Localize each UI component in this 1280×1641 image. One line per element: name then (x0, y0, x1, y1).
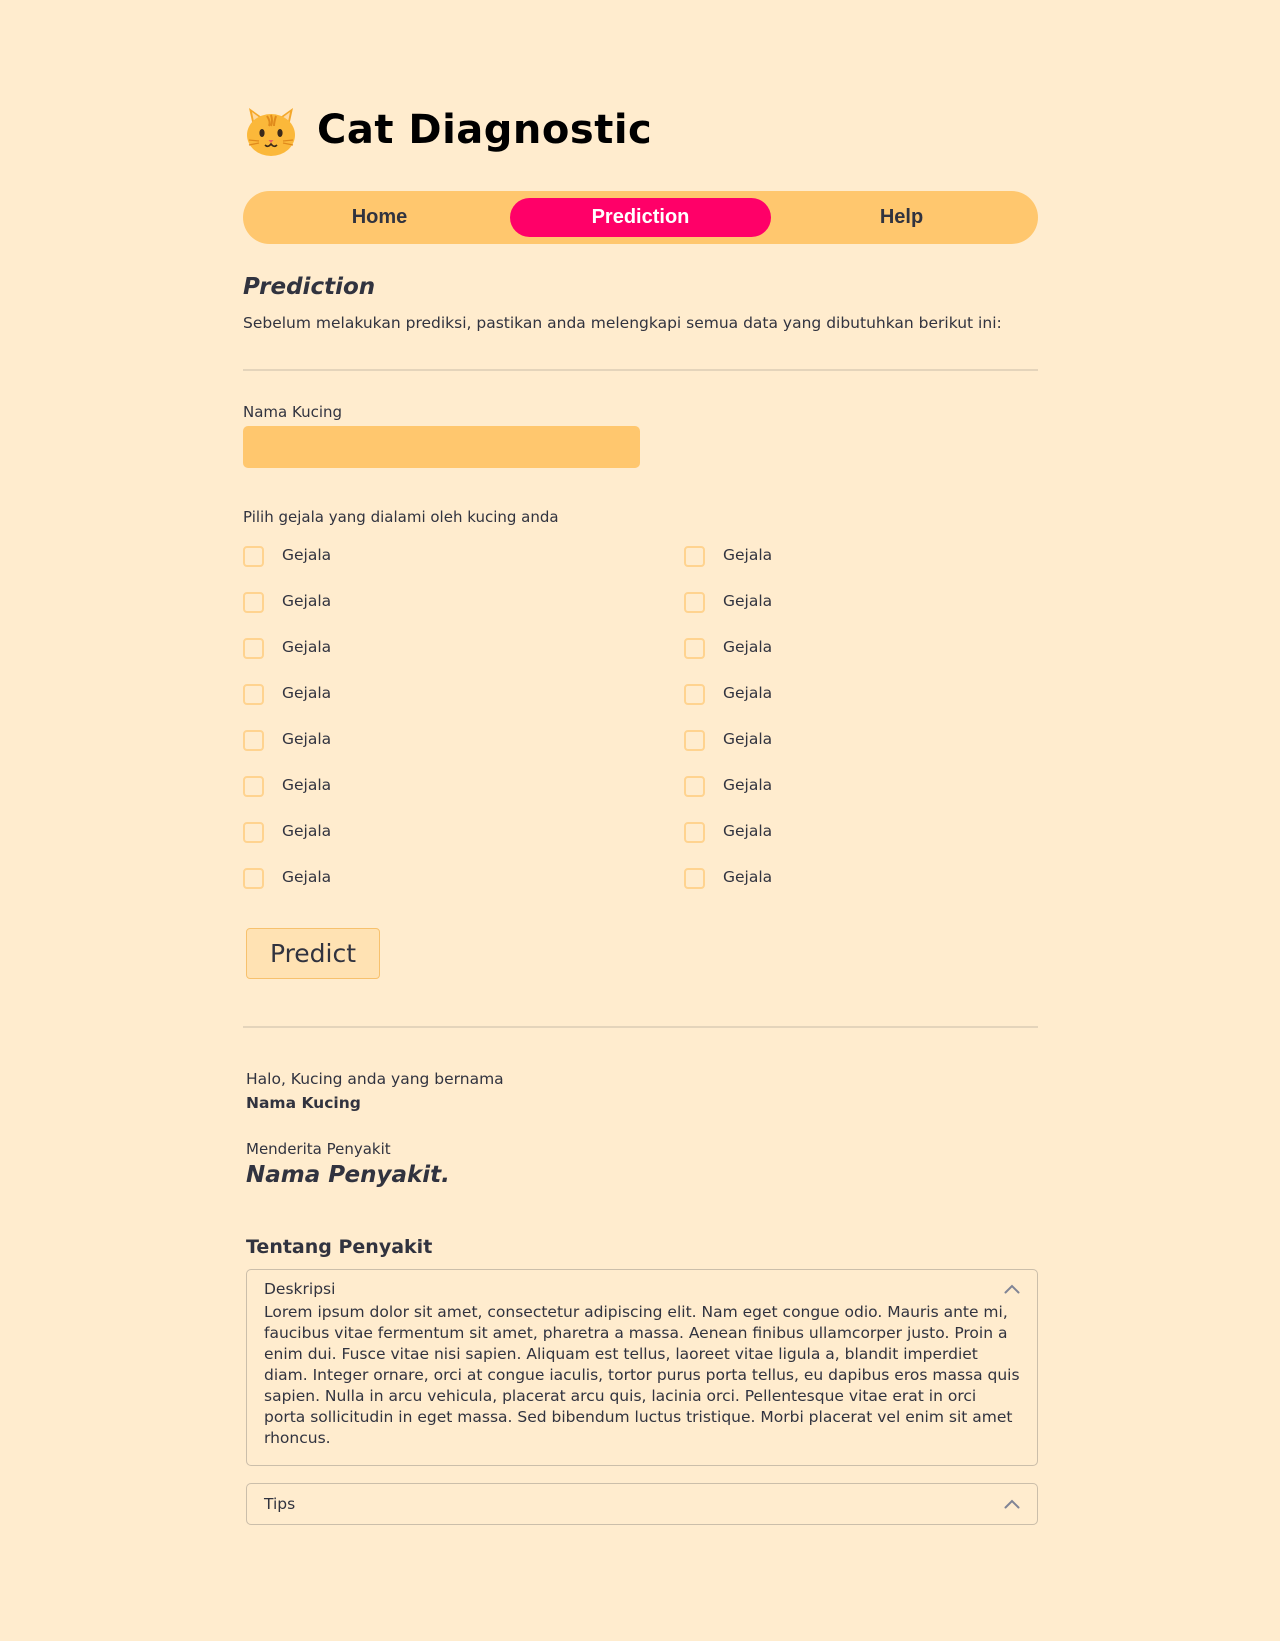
intro-text: Sebelum melakukan prediksi, pastikan and… (243, 314, 1002, 332)
symptom-checkbox-item[interactable]: Gejala (684, 728, 1038, 774)
symptom-checkbox-item[interactable]: Gejala (243, 636, 684, 682)
checkbox[interactable] (684, 684, 705, 705)
symptom-label: Pilih gejala yang dialami oleh kucing an… (243, 508, 559, 526)
app-title: Cat Diagnostic (317, 107, 653, 153)
app-header: Cat Diagnostic (243, 100, 1038, 160)
disease-name: Nama Penyakit. (246, 1162, 450, 1188)
symptom-label-text: Gejala (723, 730, 773, 748)
divider (243, 1026, 1038, 1028)
nav-item-prediction[interactable]: Prediction (510, 198, 771, 237)
disease-label: Menderita Penyakit (246, 1140, 391, 1158)
symptom-checklist: Gejala Gejala Gejala Gejala Gejala Gejala Geja… (243, 544, 1038, 912)
predict-button[interactable]: Predict (246, 928, 380, 979)
checkbox[interactable] (243, 822, 264, 843)
symptom-label-text: Gejala (723, 868, 773, 886)
symptom-label-text: Gejala (723, 592, 773, 610)
tips-expander: Tips (246, 1483, 1038, 1525)
symptom-checkbox-item[interactable]: Gejala (243, 590, 684, 636)
symptom-label-text: Gejala (282, 546, 332, 564)
symptom-checkbox-item[interactable]: Gejala (684, 866, 1038, 912)
symptom-label-text: Gejala (282, 638, 332, 656)
result-section: Halo, Kucing anda yang bernama Nama Kuci… (243, 1070, 1038, 1525)
checkbox[interactable] (684, 868, 705, 889)
symptom-label-text: Gejala (282, 730, 332, 748)
tips-expander-header[interactable]: Tips (247, 1484, 1037, 1524)
symptom-checkbox-item[interactable]: Gejala (243, 544, 684, 590)
checkbox[interactable] (243, 868, 264, 889)
symptom-checkbox-item[interactable]: Gejala (684, 590, 1038, 636)
description-expander-title: Deskripsi (264, 1280, 336, 1298)
page-title: Prediction (243, 274, 376, 300)
greeting-text: Halo, Kucing anda yang bernama (246, 1070, 504, 1088)
symptom-checkbox-item[interactable]: Gejala (684, 682, 1038, 728)
symptom-checkbox-item[interactable]: Gejala (684, 636, 1038, 682)
checkbox[interactable] (684, 822, 705, 843)
symptom-checkbox-item[interactable]: Gejala (684, 544, 1038, 590)
symptom-label-text: Gejala (282, 684, 332, 702)
description-expander: Deskripsi Lorem ipsum dolor sit amet, co… (246, 1269, 1038, 1466)
symptom-label-text: Gejala (282, 776, 332, 794)
symptom-checkbox-item[interactable]: Gejala (243, 820, 684, 866)
main-container: Cat Diagnostic Home Prediction Help Pred… (243, 0, 1038, 1525)
navigation-bar: Home Prediction Help (243, 191, 1038, 244)
chevron-up-icon (1003, 1495, 1021, 1513)
symptom-checkbox-item[interactable]: Gejala (684, 820, 1038, 866)
symptom-label-text: Gejala (282, 592, 332, 610)
symptom-label-text: Gejala (723, 638, 773, 656)
cat-face-icon (243, 102, 299, 158)
cat-name-label: Nama Kucing (243, 403, 343, 421)
checkbox[interactable] (243, 684, 264, 705)
result-cat-name: Nama Kucing (246, 1094, 361, 1112)
checkbox[interactable] (243, 592, 264, 613)
symptom-label-text: Gejala (282, 868, 332, 886)
checkbox[interactable] (243, 730, 264, 751)
checkbox[interactable] (243, 638, 264, 659)
checkbox[interactable] (243, 546, 264, 567)
checkbox[interactable] (243, 776, 264, 797)
checkbox[interactable] (684, 638, 705, 659)
symptom-checkbox-item[interactable]: Gejala (243, 728, 684, 774)
symptom-checkbox-item[interactable]: Gejala (243, 866, 684, 912)
checkbox[interactable] (684, 730, 705, 751)
description-text: Lorem ipsum dolor sit amet, consectetur … (264, 1303, 1020, 1447)
symptom-checkbox-item[interactable]: Gejala (243, 774, 684, 820)
symptom-label-text: Gejala (282, 822, 332, 840)
checkbox[interactable] (684, 776, 705, 797)
symptom-checkbox-item[interactable]: Gejala (684, 774, 1038, 820)
cat-name-input[interactable] (243, 426, 640, 468)
nav-item-home[interactable]: Home (249, 198, 510, 237)
symptom-checkbox-item[interactable]: Gejala (243, 682, 684, 728)
checkbox[interactable] (684, 546, 705, 567)
chevron-up-icon (1003, 1280, 1021, 1298)
symptom-label-text: Gejala (723, 546, 773, 564)
checkbox[interactable] (684, 592, 705, 613)
symptom-label-text: Gejala (723, 684, 773, 702)
tips-expander-title: Tips (264, 1495, 296, 1513)
nav-item-help[interactable]: Help (771, 198, 1032, 237)
symptom-label-text: Gejala (723, 822, 773, 840)
symptom-label-text: Gejala (723, 776, 773, 794)
about-disease-title: Tentang Penyakit (246, 1236, 433, 1258)
divider (243, 369, 1038, 371)
